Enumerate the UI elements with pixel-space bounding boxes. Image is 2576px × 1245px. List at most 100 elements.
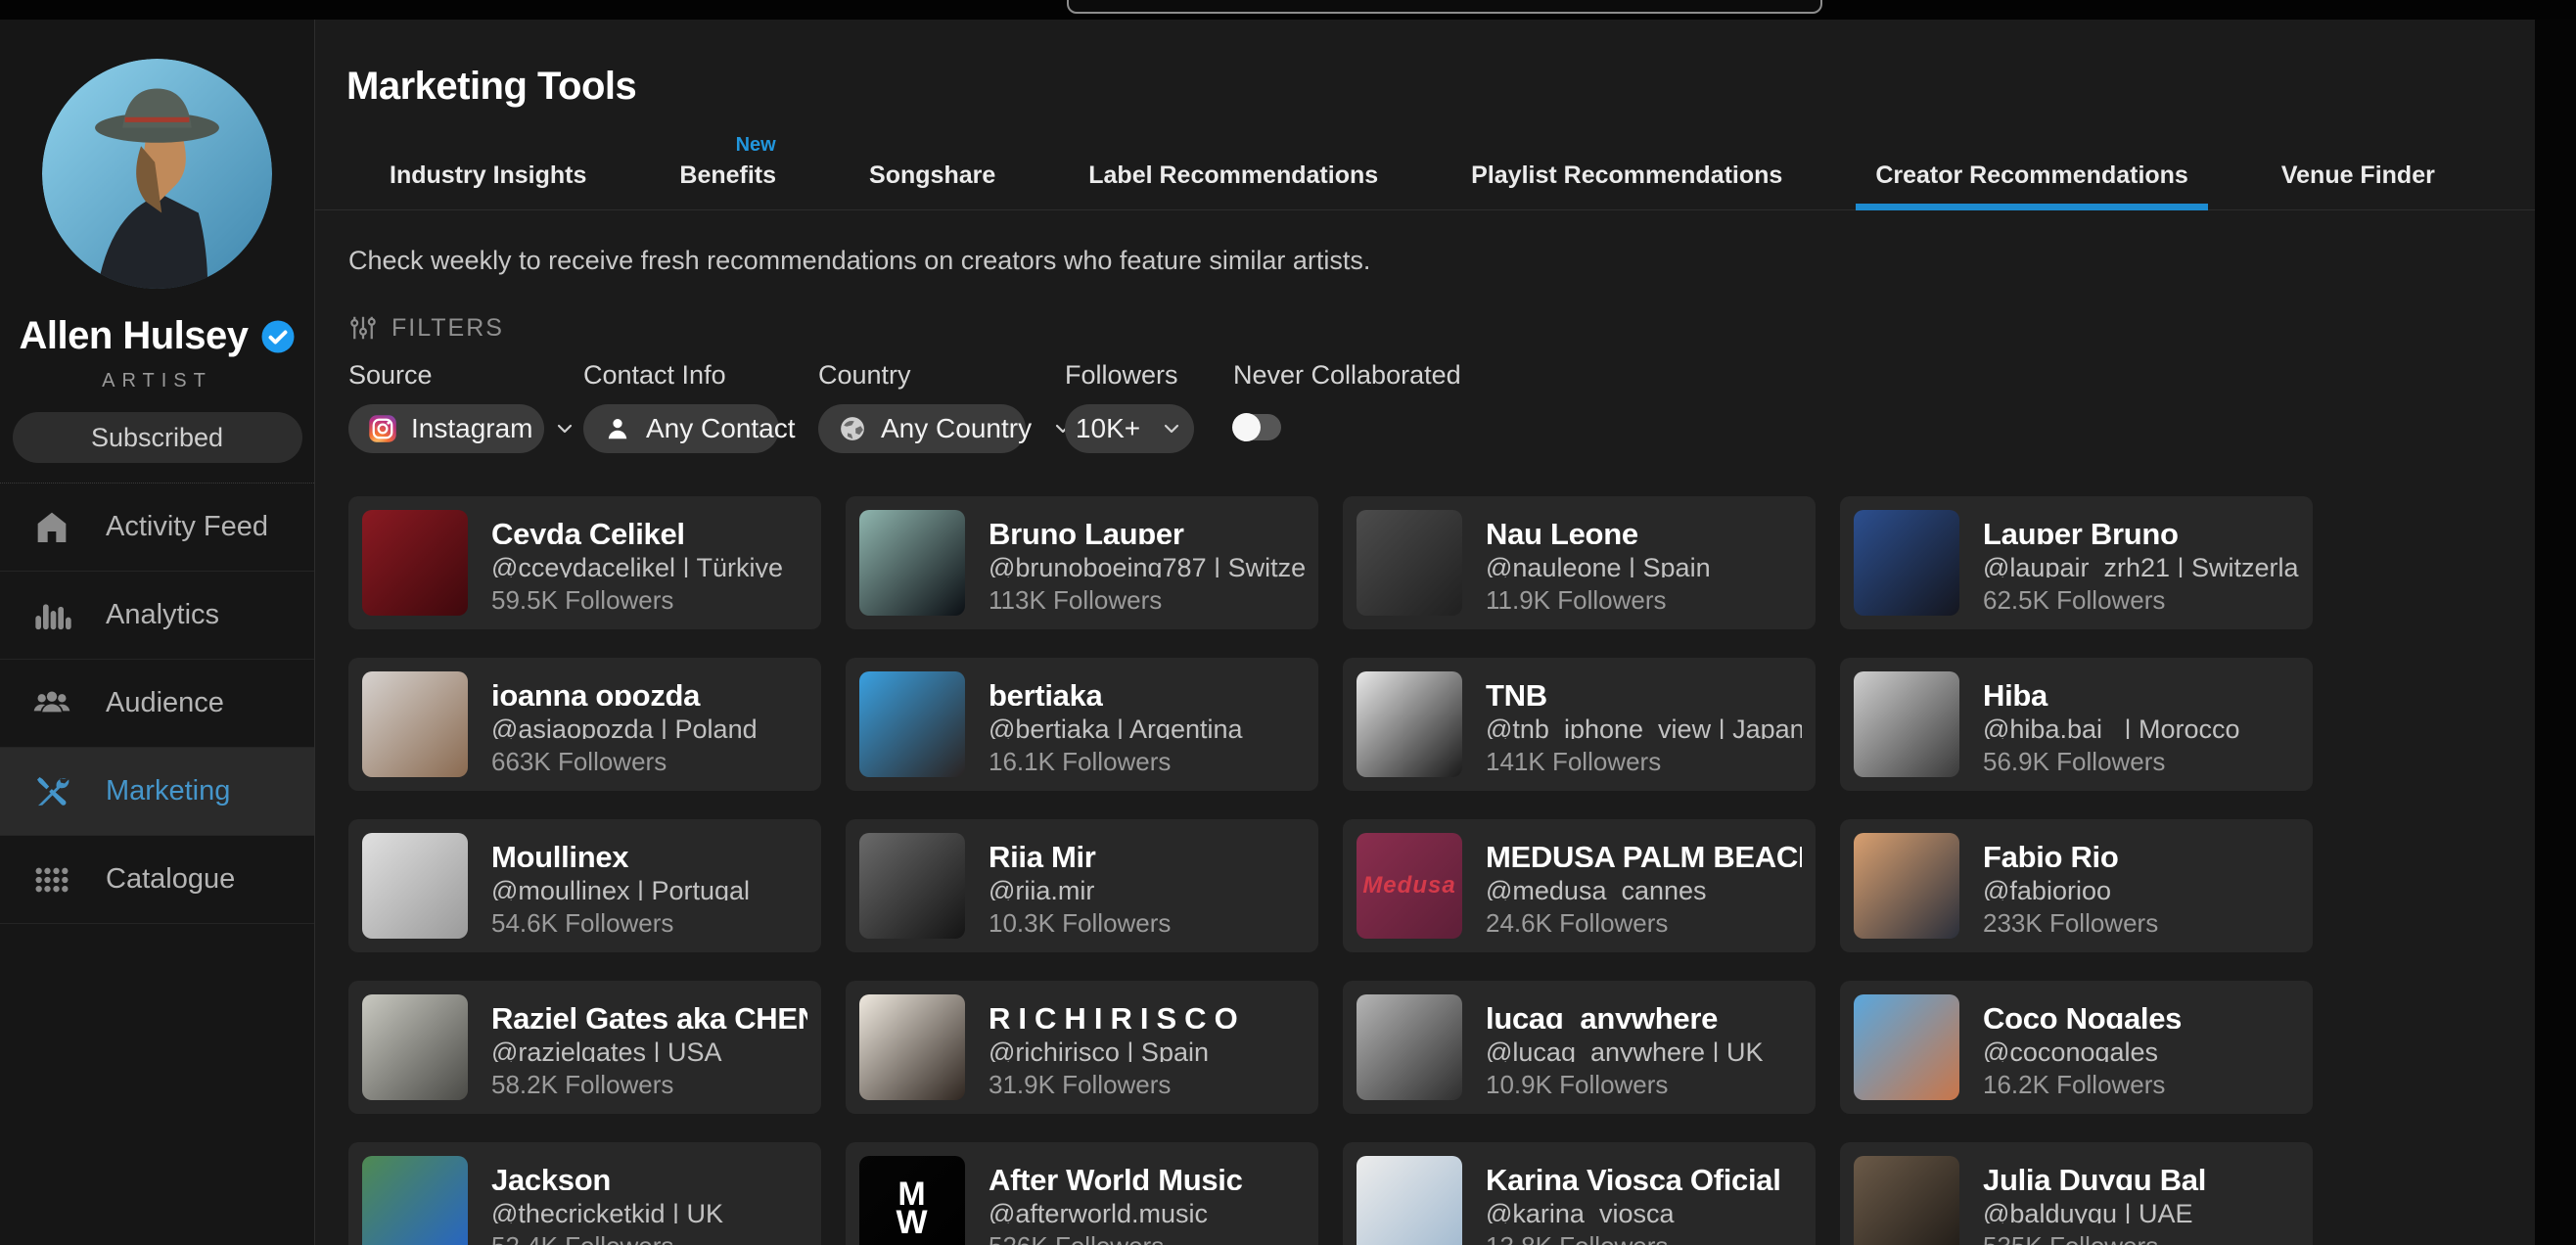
creator-name: joanna opozda — [491, 678, 758, 706]
toggle-knob — [1232, 413, 1261, 441]
sidebar-nav: Activity Feed Analytics — [0, 483, 314, 924]
creator-handle: @tnb_iphone_view | Japan — [1486, 715, 1802, 739]
creator-name: Bruno Lauper — [989, 517, 1305, 544]
creator-handle: @afterworld.music — [989, 1199, 1243, 1223]
creator-card[interactable]: Ceyda Çelikel @cceydacelikel | Türkiye 5… — [348, 496, 821, 629]
creator-avatar — [859, 994, 965, 1100]
sidebar-item-activity-feed[interactable]: Activity Feed — [0, 484, 314, 572]
tab-creator-recommendations[interactable]: Creator Recommendations — [1875, 161, 2188, 209]
creator-card[interactable]: M W After World Music @afterworld.music … — [846, 1142, 1318, 1245]
sidebar-item-catalogue[interactable]: Catalogue — [0, 836, 314, 924]
creator-handle: @brunoboeing787 | Switzerland — [989, 553, 1305, 577]
creator-handle: @coconogales — [1983, 1038, 2182, 1062]
creator-card[interactable]: Raziel Gates aka CHENZO @razielgates | U… — [348, 981, 821, 1114]
creator-handle: @hiba.bai_ | Morocco — [1983, 715, 2240, 739]
creator-avatar — [859, 510, 965, 616]
creator-card[interactable]: lucag_anywhere @lucag_anywhere | UK 10.9… — [1343, 981, 1816, 1114]
creator-followers: 62.5K Followers — [1983, 585, 2299, 616]
creator-followers: 56.9K Followers — [1983, 747, 2240, 777]
top-bar — [0, 0, 2576, 20]
creator-handle: @richirisco | Spain — [989, 1038, 1237, 1062]
creator-followers: 31.9K Followers — [989, 1070, 1237, 1100]
creator-followers: 59.5K Followers — [491, 585, 783, 616]
creator-info: lucag_anywhere @lucag_anywhere | UK 10.9… — [1486, 994, 1764, 1100]
creator-card[interactable]: Lauper Bruno @laupair_zrh21 | Switzerlan… — [1840, 496, 2313, 629]
filter-group-country: Country Any Country — [818, 360, 1026, 453]
creator-card[interactable]: joanna opozda @asiaopozda | Poland 663K … — [348, 658, 821, 791]
creator-followers: 13.8K Followers — [1486, 1231, 1781, 1245]
country-dropdown[interactable]: Any Country — [818, 404, 1026, 453]
creator-avatar: Medusa — [1357, 833, 1462, 939]
creator-card[interactable]: Karina Viosca Oficial @karina_viosca 13.… — [1343, 1142, 1816, 1245]
creator-info: Coco Nogales @coconogales 16.2K Follower… — [1983, 994, 2182, 1100]
subscribed-button[interactable]: Subscribed — [13, 412, 302, 463]
followers-dropdown[interactable]: 10K+ — [1065, 404, 1194, 453]
creator-followers: 10.9K Followers — [1486, 1070, 1764, 1100]
creator-info: R I C H I R I S C O @richirisco | Spain … — [989, 994, 1237, 1100]
tab-playlist-recommendations[interactable]: Playlist Recommendations — [1471, 161, 1782, 209]
catalogue-grid-icon — [31, 859, 72, 900]
creator-card[interactable]: Fabio Rio @fabiorioo 233K Followers — [1840, 819, 2313, 952]
tab-songshare[interactable]: Songshare — [869, 161, 995, 209]
creator-card[interactable]: Nau Leone @nauleone | Spain 11.9K Follow… — [1343, 496, 1816, 629]
creator-card[interactable]: Medusa MEDUSA PALM BEACH CA… @medusa_can… — [1343, 819, 1816, 952]
tab-industry-insights[interactable]: Industry Insights — [390, 161, 586, 209]
sidebar-item-marketing[interactable]: Marketing — [0, 748, 314, 836]
filter-label-contact: Contact Info — [583, 360, 779, 391]
creator-card[interactable]: Jackson @thecricketkid | UK 52.4K Follow… — [348, 1142, 821, 1245]
creator-card[interactable]: Moullinex @moullinex | Portugal 54.6K Fo… — [348, 819, 821, 952]
artist-name: Allen Hulsey — [19, 314, 248, 358]
creator-info: After World Music @afterworld.music 526K… — [989, 1156, 1243, 1245]
creator-card[interactable]: TNB @tnb_iphone_view | Japan 141K Follow… — [1343, 658, 1816, 791]
creator-card[interactable]: bertiaka @bertiaka | Argentina 16.1K Fol… — [846, 658, 1318, 791]
contact-info-dropdown[interactable]: Any Contact — [583, 404, 779, 453]
creator-name: TNB — [1486, 678, 1802, 706]
creator-name: Moullinex — [491, 840, 750, 867]
creator-handle: @thecricketkid | UK — [491, 1199, 723, 1223]
filters-title: FILTERS — [391, 314, 504, 343]
creator-card[interactable]: Julia Duygu Bal @balduygu | UAE 535K Fol… — [1840, 1142, 2313, 1245]
tab-label-recommendations[interactable]: Label Recommendations — [1088, 161, 1378, 209]
creator-card[interactable]: R I C H I R I S C O @richirisco | Spain … — [846, 981, 1318, 1114]
home-icon — [31, 507, 72, 548]
creator-handle: @bertiaka | Argentina — [989, 715, 1243, 739]
creator-info: Moullinex @moullinex | Portugal 54.6K Fo… — [491, 833, 750, 939]
filter-label-source: Source — [348, 360, 544, 391]
sidebar-item-audience[interactable]: Audience — [0, 660, 314, 748]
creator-followers: 141K Followers — [1486, 747, 1802, 777]
creator-avatar — [1854, 994, 1959, 1100]
filters-header: FILTERS — [348, 313, 2576, 343]
source-dropdown[interactable]: Instagram — [348, 404, 544, 453]
creator-handle: @riia.mir — [989, 876, 1171, 900]
creator-info: bertiaka @bertiaka | Argentina 16.1K Fol… — [989, 671, 1243, 777]
filter-label-country: Country — [818, 360, 1026, 391]
filter-group-never-collaborated: Never Collaborated — [1233, 360, 1461, 440]
creator-handle: @razielgates | USA — [491, 1038, 807, 1062]
creator-avatar — [1854, 1156, 1959, 1245]
never-collaborated-toggle[interactable] — [1233, 414, 1281, 440]
creator-avatar — [1854, 671, 1959, 777]
creator-card[interactable]: Coco Nogales @coconogales 16.2K Follower… — [1840, 981, 2313, 1114]
creator-followers: 24.6K Followers — [1486, 908, 1802, 939]
creator-followers: 11.9K Followers — [1486, 585, 1711, 616]
sidebar-item-analytics[interactable]: Analytics — [0, 572, 314, 660]
tab-venue-finder[interactable]: Venue Finder — [2281, 161, 2435, 209]
marketing-tools-icon — [31, 771, 72, 812]
tab-benefits[interactable]: New Benefits — [679, 161, 776, 209]
creator-avatar: M W — [859, 1156, 965, 1245]
creator-avatar — [1357, 994, 1462, 1100]
creator-info: Karina Viosca Oficial @karina_viosca 13.… — [1486, 1156, 1781, 1245]
search-input[interactable] — [1067, 0, 1822, 14]
creator-followers: 52.4K Followers — [491, 1231, 723, 1245]
creator-card[interactable]: Hiba @hiba.bai_ | Morocco 56.9K Follower… — [1840, 658, 2313, 791]
creator-name: Julia Duygu Bal — [1983, 1163, 2206, 1190]
creator-name: Jackson — [491, 1163, 723, 1190]
creator-followers: 233K Followers — [1983, 908, 2158, 939]
creator-card[interactable]: Riia Mir @riia.mir 10.3K Followers — [846, 819, 1318, 952]
creator-card[interactable]: Bruno Lauper @brunoboeing787 | Switzerla… — [846, 496, 1318, 629]
chevron-down-icon — [1160, 416, 1183, 441]
artist-role-label: ARTIST — [102, 370, 212, 392]
creator-name: Ceyda Çelikel — [491, 517, 783, 544]
creator-handle: @laupair_zrh21 | Switzerland — [1983, 553, 2299, 577]
creator-info: Fabio Rio @fabiorioo 233K Followers — [1983, 833, 2158, 939]
